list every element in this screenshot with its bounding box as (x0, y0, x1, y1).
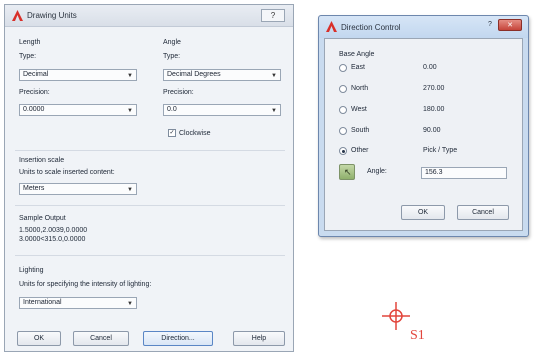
insertion-scale-label: Insertion scale (19, 157, 65, 164)
length-precision-select[interactable]: 0.0000 ▼ (19, 104, 137, 116)
pick-angle-button[interactable]: ↖ (339, 164, 355, 180)
insertion-scale-select[interactable]: Meters ▼ (19, 183, 137, 195)
angle-type-label: Type: (163, 53, 181, 60)
angle-type-select[interactable]: Decimal Degrees ▼ (163, 69, 281, 81)
close-button[interactable]: ✕ (498, 19, 522, 31)
length-type-value: Decimal (23, 71, 49, 78)
chevron-down-icon: ▼ (127, 73, 133, 79)
length-precision-value: 0.0000 (23, 106, 45, 113)
chevron-down-icon: ▼ (127, 301, 133, 307)
radio-east[interactable] (339, 64, 347, 72)
angle-precision-value: 0.0 (167, 106, 177, 113)
dialog-title: Drawing Units (27, 11, 77, 20)
sample-output-label: Sample Output (19, 215, 66, 222)
sample-output-line2: 3.0000<315.0,0.0000 (19, 236, 86, 243)
clockwise-checkbox[interactable]: ✓ (168, 129, 176, 137)
sample-output-line1: 1.5000,2.0039,0.0000 (19, 227, 88, 234)
point-label-s1: S1 (410, 328, 425, 343)
drawing-units-dialog: Drawing Units ? Length Type: Decimal ▼ P… (4, 4, 294, 352)
chevron-down-icon: ▼ (271, 108, 277, 114)
help-title-button[interactable]: ? (261, 9, 285, 22)
angle-input[interactable]: 156.3 (421, 167, 507, 179)
option-south-label: South (351, 127, 370, 134)
angle-label: Angle: (367, 168, 387, 175)
divider (15, 255, 285, 256)
option-west-value: 180.00 (423, 106, 445, 113)
radio-north[interactable] (339, 85, 347, 93)
angle-precision-label: Precision: (163, 89, 194, 96)
help-button[interactable]: Help (233, 331, 285, 346)
option-north-value: 270.00 (423, 85, 445, 92)
direction-button[interactable]: Direction... (143, 331, 213, 346)
option-east-value: 0.00 (423, 64, 437, 71)
insertion-scale-value: Meters (23, 185, 45, 192)
option-other-label: Other (351, 147, 369, 154)
lighting-units-select[interactable]: International ▼ (19, 297, 137, 309)
length-type-label: Type: (19, 53, 37, 60)
direction-control-body: Base Angle East 0.00 North 270.00 West 1… (324, 38, 523, 231)
autocad-logo-icon (12, 10, 23, 21)
lighting-units-value: International (23, 299, 62, 306)
autocad-logo-icon (326, 21, 337, 32)
option-west-label: West (351, 106, 367, 113)
lighting-desc: Units for specifying the intensity of li… (19, 281, 152, 288)
chevron-down-icon: ▼ (127, 108, 133, 114)
lighting-label: Lighting (19, 267, 44, 274)
option-south-value: 90.00 (423, 127, 441, 134)
length-precision-label: Precision: (19, 89, 50, 96)
direction-control-dialog: Direction Control ? ✕ Base Angle East 0.… (318, 15, 529, 237)
radio-south[interactable] (339, 127, 347, 135)
base-angle-label: Base Angle (339, 51, 375, 58)
cancel-button[interactable]: Cancel (457, 205, 509, 220)
radio-other[interactable] (339, 147, 347, 155)
option-other-value: Pick / Type (423, 147, 458, 154)
pick-point-icon: ↖ (344, 167, 352, 177)
survey-point-marker-icon (382, 302, 410, 330)
angle-precision-select[interactable]: 0.0 ▼ (163, 104, 281, 116)
divider (15, 150, 285, 151)
ok-button[interactable]: OK (401, 205, 445, 220)
option-east-label: East (351, 64, 366, 71)
length-type-select[interactable]: Decimal ▼ (19, 69, 137, 81)
chevron-down-icon: ▼ (271, 73, 277, 79)
insertion-scale-desc: Units to scale inserted content: (19, 169, 115, 176)
drawing-units-titlebar[interactable]: Drawing Units ? (5, 5, 293, 27)
angle-type-value: Decimal Degrees (167, 71, 221, 78)
clockwise-label: Clockwise (179, 130, 211, 137)
length-group-label: Length (19, 39, 41, 46)
radio-west[interactable] (339, 106, 347, 114)
chevron-down-icon: ▼ (127, 187, 133, 193)
help-title-button[interactable]: ? (484, 19, 496, 31)
direction-control-titlebar[interactable]: Direction Control ? ✕ (319, 16, 528, 38)
dialog-title: Direction Control (341, 23, 401, 32)
angle-group-label: Angle (163, 39, 181, 46)
divider (15, 205, 285, 206)
option-north-label: North (351, 85, 369, 92)
cancel-button[interactable]: Cancel (73, 331, 129, 346)
ok-button[interactable]: OK (17, 331, 61, 346)
